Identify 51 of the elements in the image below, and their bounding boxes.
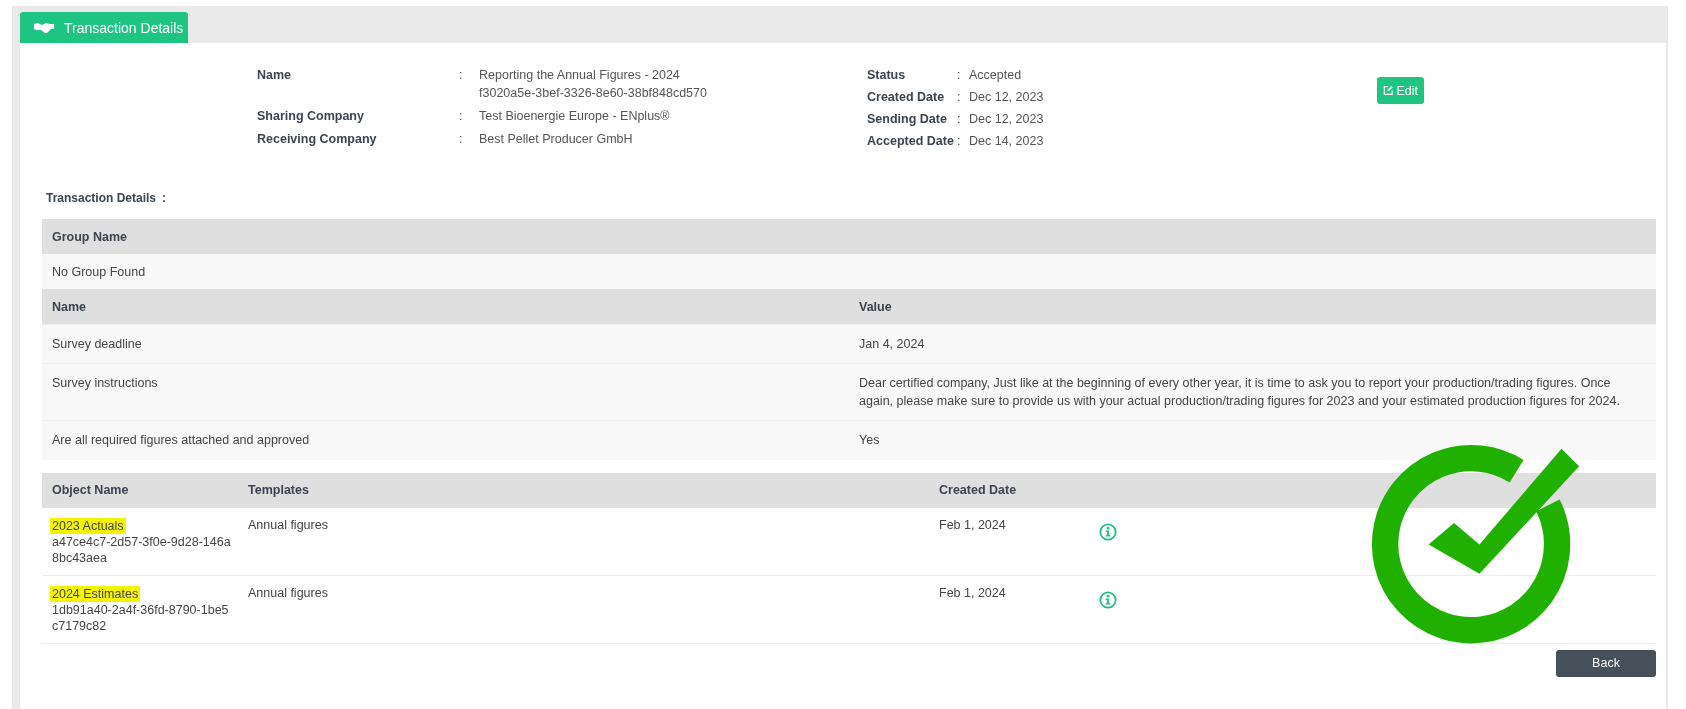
field-value: Test Bioenergie Europe - ENplus® <box>479 109 670 123</box>
table-header: Group Name <box>42 219 1656 254</box>
field-label: Receiving Company <box>257 132 378 146</box>
separator-colon: : <box>957 90 962 104</box>
table-cell-text: Annual figures <box>248 585 329 600</box>
object-name: 2024 Estimates <box>50 585 141 602</box>
table-cell-text: Annual figures <box>248 517 329 532</box>
table-cell-text: Feb 1, 2024 <box>939 585 1007 600</box>
field-value: Dec 14, 2023 <box>969 134 1044 148</box>
table-cell-text: Dear certified company, Just like at the beginning of every other year, it is time to ask you to report your production/trading figures. Once again, please make sure to provide us with your actual production/trading figures for 2023 and your estimated production figures for 2024. <box>859 375 1621 411</box>
separator-colon: : <box>957 112 962 126</box>
field-label: Sharing Company <box>257 109 365 123</box>
field-value: Accepted <box>969 68 1022 82</box>
edit-button[interactable]: Edit <box>1377 77 1424 104</box>
column-header: Created Date <box>939 483 1018 497</box>
column-header: Templates <box>248 483 310 497</box>
column-header: Value <box>859 299 893 314</box>
separator-colon: : <box>459 109 464 123</box>
table-cell-text: Are all required figures attached and approved <box>52 432 311 450</box>
separator-colon: : <box>957 134 962 148</box>
separator-colon: : <box>162 191 167 207</box>
field-label: Status <box>867 68 907 82</box>
table-cell-text: Yes <box>859 432 881 450</box>
object-id: 1db91a40-2a4f-36fd-8790-1be5c7179c82 <box>52 601 230 636</box>
field-label: Created Date <box>867 90 946 104</box>
table-cell-text: Survey instructions <box>52 375 159 393</box>
field-label: Sending Date <box>867 112 948 126</box>
table-cell: No Group Found <box>52 264 146 279</box>
object-id: a47ce4c7-2d57-3f0e-9d28-146a8bc43aea <box>52 533 232 568</box>
table-cell-text: Survey deadline <box>52 336 143 353</box>
separator-colon: : <box>459 68 464 84</box>
column-header: Name <box>52 299 88 314</box>
info-icon[interactable] <box>1099 590 1117 609</box>
separator-colon: : <box>957 68 962 82</box>
section-title: Transaction Details <box>46 191 157 207</box>
table-cell-text: Feb 1, 2024 <box>939 517 1007 532</box>
object-name: 2023 Actuals <box>50 517 126 534</box>
table-cell-text: Jan 4, 2024 <box>859 336 926 353</box>
separator-colon: : <box>459 132 464 146</box>
field-value: Dec 12, 2023 <box>969 90 1044 104</box>
field-value: Reporting the Annual Figures - 2024 <box>479 68 681 82</box>
column-header: Object Name <box>52 483 130 497</box>
field-label: Name <box>257 68 293 84</box>
edit-icon <box>1383 85 1394 96</box>
field-value: Dec 12, 2023 <box>969 112 1044 126</box>
field-label: Accepted Date <box>867 134 955 148</box>
info-icon[interactable] <box>1099 522 1117 541</box>
field-value: Best Pellet Producer GmbH <box>479 132 633 146</box>
field-value: f3020a5e-3bef-3326-8e60-38bf848cd570 <box>479 86 707 100</box>
back-button[interactable]: Back <box>1556 649 1656 677</box>
tab[interactable]: Transaction Details <box>20 12 188 43</box>
